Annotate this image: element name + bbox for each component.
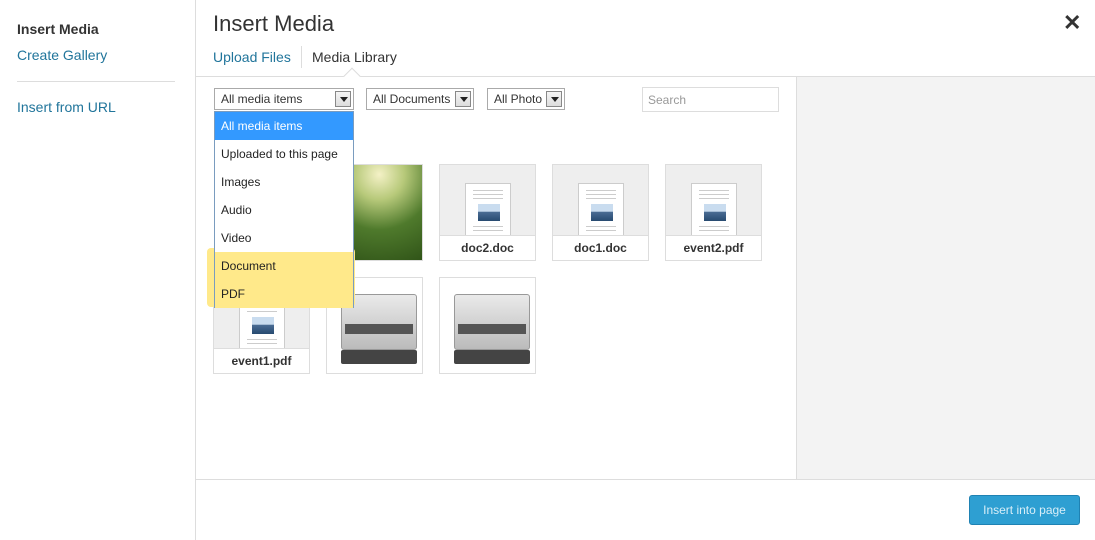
documents-filter-value: All Documents <box>373 92 451 106</box>
dropdown-arrow-icon[interactable] <box>335 91 351 107</box>
document-icon <box>578 183 624 238</box>
dropdown-arrow-icon[interactable] <box>455 91 471 107</box>
tab-media-library[interactable]: Media Library <box>312 49 397 65</box>
dropdown-option-uploaded-to-this-page[interactable]: Uploaded to this page <box>215 140 353 168</box>
dropdown-arrow-icon[interactable] <box>546 91 562 107</box>
dropdown-option-all-media-items[interactable]: All media items <box>215 112 353 140</box>
media-caption: doc1.doc <box>553 235 648 260</box>
media-sidebar: Insert Media Create Gallery Insert from … <box>0 0 196 540</box>
photo-filter[interactable]: All Photo <box>487 88 565 110</box>
media-caption: doc2.doc <box>440 235 535 260</box>
dropdown-option-pdf[interactable]: PDF <box>215 280 353 308</box>
documents-filter[interactable]: All Documents <box>366 88 474 110</box>
close-icon[interactable]: ✕ <box>1063 10 1081 36</box>
printer-image <box>454 294 530 350</box>
document-icon <box>691 183 737 238</box>
dropdown-option-document[interactable]: Document <box>215 252 353 280</box>
media-tile-image[interactable] <box>439 277 536 374</box>
sidebar-item-create-gallery[interactable]: Create Gallery <box>17 47 107 63</box>
dropdown-option-video[interactable]: Video <box>215 224 353 252</box>
tab-divider <box>301 46 302 68</box>
modal-title: Insert Media <box>213 11 335 36</box>
footer-divider <box>196 479 1095 480</box>
attachment-details-panel <box>796 77 1095 479</box>
media-tile-document[interactable]: event2.pdf <box>665 164 762 261</box>
sidebar-item-insert-from-url[interactable]: Insert from URL <box>17 99 116 115</box>
dropdown-option-audio[interactable]: Audio <box>215 196 353 224</box>
media-caption: event2.pdf <box>666 235 761 260</box>
insert-into-page-button[interactable]: Insert into page <box>969 495 1080 525</box>
dropdown-option-images[interactable]: Images <box>215 168 353 196</box>
media-type-filter-value: All media items <box>221 92 303 106</box>
media-type-filter[interactable]: All media items <box>214 88 354 110</box>
active-tab-pointer <box>343 67 361 85</box>
sidebar-item-insert-media[interactable]: Insert Media <box>17 21 99 37</box>
sidebar-divider <box>17 81 175 82</box>
media-caption: event1.pdf <box>214 348 309 373</box>
media-tile-document[interactable]: doc1.doc <box>552 164 649 261</box>
photo-filter-value: All Photo <box>494 92 543 106</box>
media-type-dropdown-list: All media items Uploaded to this page Im… <box>214 111 354 308</box>
tab-upload-files[interactable]: Upload Files <box>213 49 291 65</box>
media-tile-document[interactable]: doc2.doc <box>439 164 536 261</box>
search-input[interactable] <box>642 87 779 112</box>
document-icon <box>465 183 511 238</box>
